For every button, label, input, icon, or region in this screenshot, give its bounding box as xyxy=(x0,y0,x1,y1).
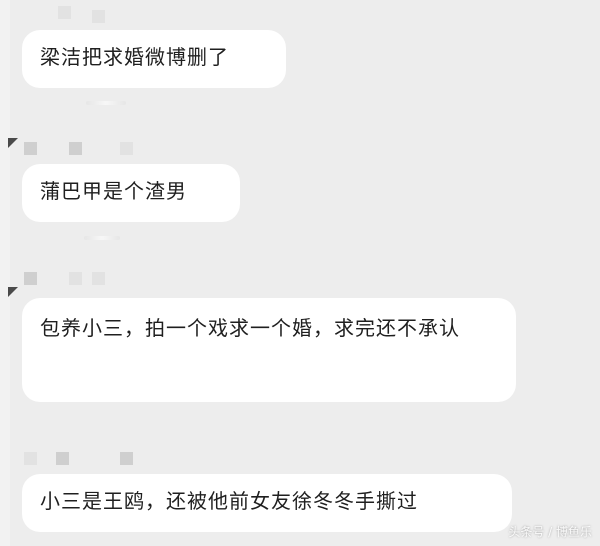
chat-message-bubble[interactable]: 包养小三，拍一个戏求一个婚，求完还不承认 xyxy=(22,298,516,402)
avatar-mosaic-fragment xyxy=(24,142,37,155)
watermark: 头条号 / 博鱼乐 xyxy=(508,525,592,539)
avatar-mosaic-fragment xyxy=(92,10,105,23)
avatar-mosaic-fragment xyxy=(92,272,105,285)
separator-fade xyxy=(86,101,126,105)
avatar-mosaic-fragment xyxy=(69,142,82,155)
avatar-mosaic-fragment xyxy=(24,272,37,285)
chat-message-bubble[interactable]: 小三是王鸥，还被他前女友徐冬冬手撕过 xyxy=(22,474,512,532)
chat-message-text: 蒲巴甲是个渣男 xyxy=(40,179,187,203)
separator-fade xyxy=(84,236,120,240)
avatar-mosaic-fragment xyxy=(58,6,71,19)
avatar-corner-mark xyxy=(8,138,18,148)
avatar-mosaic-fragment xyxy=(120,142,133,155)
chat-message-text: 包养小三，拍一个戏求一个婚，求完还不承认 xyxy=(40,316,460,340)
avatar-mosaic-fragment xyxy=(56,452,69,465)
avatar-mosaic-fragment xyxy=(120,452,133,465)
avatar-mosaic-fragment xyxy=(24,452,37,465)
chat-message-text: 小三是王鸥，还被他前女友徐冬冬手撕过 xyxy=(40,489,418,513)
avatar-mosaic-fragment xyxy=(69,272,82,285)
chat-message-bubble[interactable]: 梁洁把求婚微博删了 xyxy=(22,30,286,88)
chat-left-edge xyxy=(0,0,10,546)
chat-message-bubble[interactable]: 蒲巴甲是个渣男 xyxy=(22,164,240,222)
chat-message-text: 梁洁把求婚微博删了 xyxy=(40,45,229,69)
avatar-corner-mark xyxy=(8,287,18,297)
